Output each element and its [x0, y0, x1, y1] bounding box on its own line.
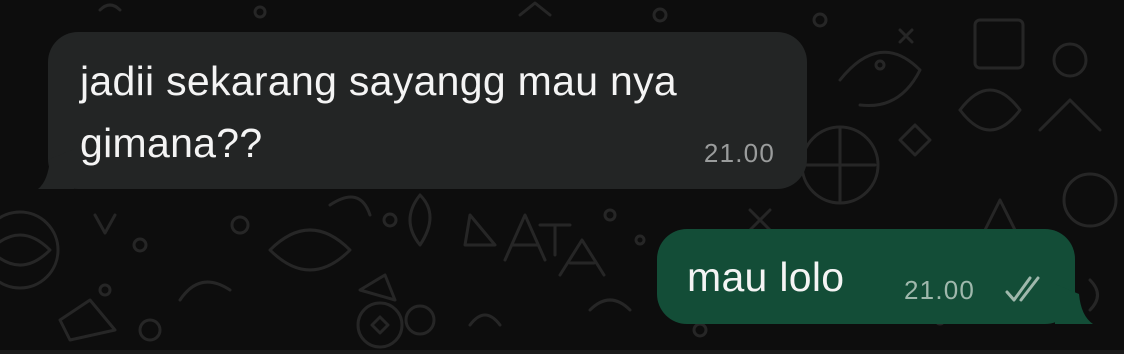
- double-check-icon: [1005, 276, 1040, 302]
- outgoing-message-bubble[interactable]: mau lolo 21.00: [657, 229, 1093, 324]
- message-timestamp: 21.00: [904, 275, 976, 305]
- incoming-message-bubble[interactable]: jadii sekarang sayangg mau nya gimana?? …: [38, 32, 807, 189]
- bubble-tail: [38, 149, 74, 189]
- message-text: mau lolo: [687, 254, 845, 300]
- message-text: jadii sekarang sayangg mau nya gimana??: [80, 58, 678, 166]
- message-timestamp: 21.00: [703, 138, 775, 168]
- divider: [0, 350, 1124, 354]
- bubble-tail: [1055, 284, 1093, 324]
- chat-area[interactable]: jadii sekarang sayangg mau nya gimana?? …: [0, 0, 1124, 354]
